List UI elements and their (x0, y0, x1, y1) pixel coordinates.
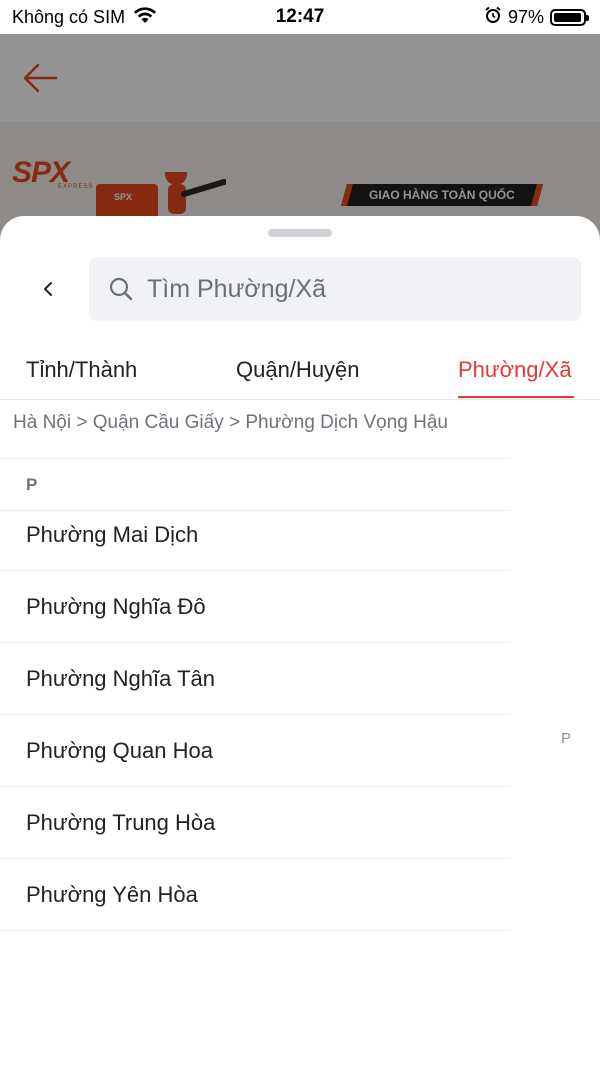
status-bar: Không có SIM 12:47 97% (0, 0, 600, 34)
app-header (0, 34, 600, 122)
box-label: SPX (114, 192, 132, 202)
search-row (0, 257, 600, 321)
tab-province[interactable]: Tỉnh/Thành (26, 357, 137, 383)
back-arrow-icon[interactable] (20, 58, 60, 98)
wifi-icon (133, 6, 157, 29)
list-item[interactable]: Phường Yên Hòa (0, 859, 510, 931)
search-icon (109, 276, 135, 302)
search-box[interactable] (89, 257, 581, 321)
breadcrumb: Hà Nội > Quận Cầu Giấy > Phường Dịch Vọn… (13, 412, 448, 433)
alphabet-index-p[interactable]: P (561, 730, 571, 747)
tab-ward[interactable]: Phường/Xã (458, 357, 572, 383)
address-picker-sheet: Tỉnh/Thành Quận/Huyện Phường/Xã Hà Nội >… (0, 216, 600, 1067)
screen: Không có SIM 12:47 97% SPX EXPRESS SPX G… (0, 0, 600, 1067)
delivery-rider-illustration: SPX (96, 172, 226, 222)
battery-percent: 97% (507, 6, 544, 27)
tab-district[interactable]: Quận/Huyện (236, 357, 360, 383)
banner-tagline-text: GIAO HÀNG TOÀN QUỐC (369, 188, 515, 202)
battery-fill (554, 12, 582, 22)
chevron-left-icon[interactable] (30, 269, 66, 309)
active-tab-indicator (458, 396, 574, 398)
list-item[interactable]: Phường Mai Dịch (0, 511, 510, 571)
list-item[interactable]: Phường Nghĩa Tân (0, 643, 510, 715)
battery-icon (550, 8, 589, 26)
sheet-drag-handle[interactable] (268, 229, 332, 237)
list-item[interactable]: Phường Nghĩa Đô (0, 571, 510, 643)
status-left: Không có SIM (12, 6, 157, 29)
alarm-icon (484, 6, 502, 29)
section-header: P (0, 459, 510, 511)
level-tabs: Tỉnh/Thành Quận/Huyện Phường/Xã (0, 341, 600, 400)
banner-tagline: GIAO HÀNG TOÀN QUỐC (341, 184, 543, 206)
carrier-label: Không có SIM (12, 6, 126, 27)
search-input[interactable] (147, 274, 527, 304)
battery-tip (586, 14, 589, 21)
list-item[interactable]: Phường Trung Hòa (0, 787, 510, 859)
ward-list: P Phường Mai Dịch Phường Nghĩa Đô Phường… (0, 458, 510, 931)
spx-logo-subtitle: EXPRESS (58, 184, 94, 190)
list-item[interactable]: Phường Quan Hoa (0, 715, 510, 787)
status-right: 97% (484, 6, 589, 29)
